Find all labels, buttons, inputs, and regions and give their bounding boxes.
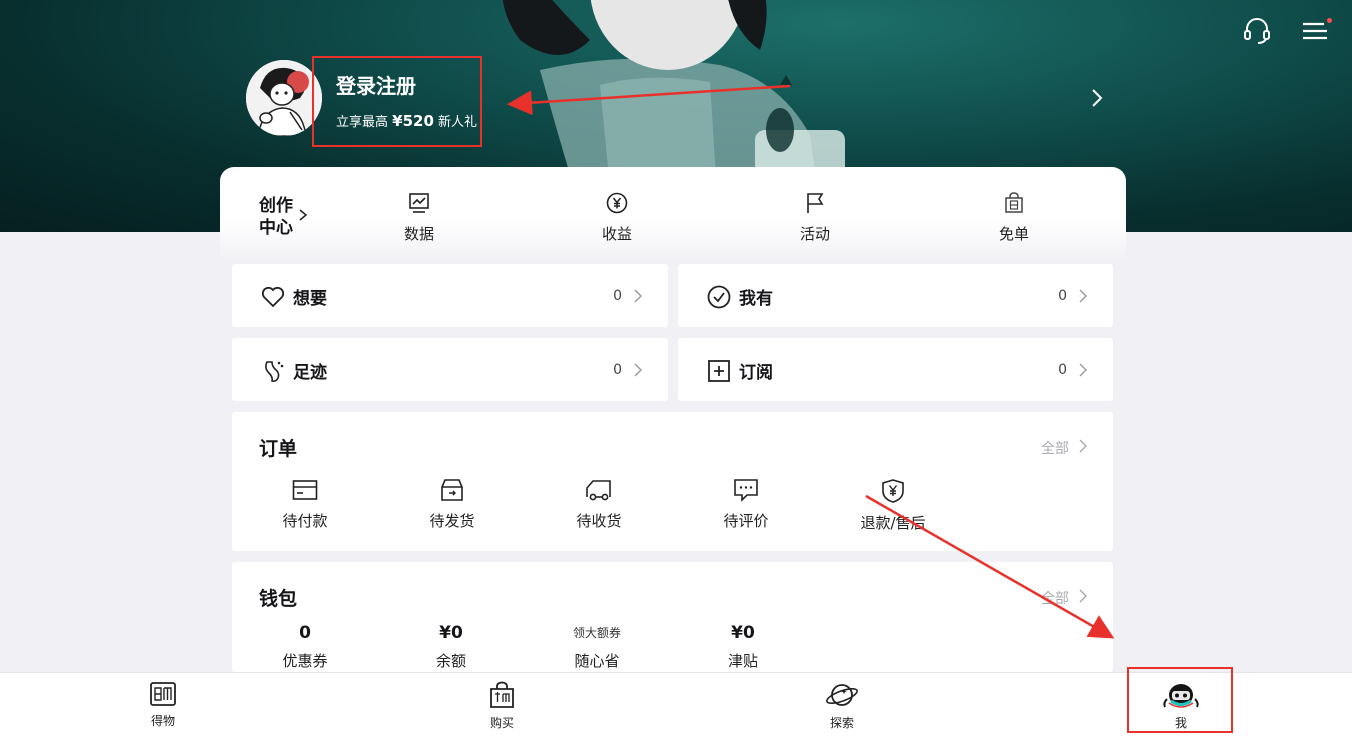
stat-label: 订阅: [739, 363, 773, 383]
wallet-card-icon: [292, 480, 318, 500]
stat-count: 0: [1058, 288, 1067, 304]
footprint-card[interactable]: 足迹 0: [232, 338, 668, 401]
stat-count: 0: [1058, 362, 1067, 378]
stat-count: 0: [613, 362, 622, 378]
order-item-label: 待评价: [723, 512, 769, 530]
wallet-card: 钱包 全部 0 优惠券 ¥0 余额 领大额券 随心省 ¥0 津贴: [232, 562, 1113, 672]
tab-label: 探索: [829, 716, 854, 730]
login-sub-amount: ¥520: [392, 112, 434, 130]
order-pending-shipment[interactable]: 待发货: [407, 478, 497, 531]
tab-label: 得物: [150, 714, 175, 728]
chevron-right-icon: [1079, 363, 1087, 377]
footprint-icon: [265, 361, 284, 382]
owned-card[interactable]: 我有 0: [678, 264, 1113, 327]
wallet-value: ¥0: [439, 623, 463, 643]
creator-center-link[interactable]: 创作中心: [259, 195, 299, 239]
wallet-value: ¥0: [731, 623, 755, 643]
stat-count: 0: [613, 288, 622, 304]
dewu-logo-icon: [150, 682, 176, 706]
avatar[interactable]: [246, 60, 322, 136]
shield-yen-icon: [882, 479, 904, 503]
quick-item-label: 数据: [403, 225, 434, 243]
chevron-right-icon: [634, 363, 642, 377]
truck-icon: [586, 480, 611, 501]
orders-all-link[interactable]: 全部: [1041, 438, 1069, 458]
wishlist-card[interactable]: 想要 0: [232, 264, 668, 327]
order-pending-payment[interactable]: 待付款: [260, 478, 350, 531]
wallet-all-link[interactable]: 全部: [1041, 588, 1069, 608]
order-item-label: 退款/售后: [860, 514, 926, 532]
quick-item-events[interactable]: 活动: [785, 191, 845, 244]
heart-icon: [261, 286, 285, 308]
order-item-label: 待付款: [282, 512, 328, 530]
yen-coin-icon: [606, 192, 628, 214]
order-item-label: 待发货: [429, 512, 475, 530]
tab-dewu[interactable]: 得物: [123, 681, 203, 729]
wallet-title: 钱包: [259, 588, 298, 610]
comment-icon: [734, 479, 758, 502]
wallet-label: 优惠券: [282, 652, 328, 670]
order-pending-review[interactable]: 待评价: [701, 478, 791, 531]
planet-icon: [826, 684, 858, 706]
quick-item-label: 活动: [799, 225, 830, 243]
order-refund-aftersale[interactable]: 退款/售后: [848, 478, 938, 533]
wallet-value: 0: [299, 623, 311, 643]
wallet-label: 津贴: [727, 652, 758, 670]
customer-service-icon[interactable]: [1242, 16, 1272, 46]
wallet-label: 余额: [435, 652, 466, 670]
plus-square-icon: [708, 360, 730, 382]
chevron-right-icon: [1079, 289, 1087, 303]
orders-title: 订单: [259, 438, 298, 460]
wallet-coupons[interactable]: 0 优惠券: [260, 622, 350, 671]
wallet-savings[interactable]: 领大额券 随心省: [552, 622, 642, 671]
stat-label: 足迹: [293, 363, 327, 383]
stat-label: 我有: [739, 289, 773, 309]
stat-label: 想要: [293, 289, 327, 309]
shopping-bag-icon: [490, 681, 514, 708]
chevron-right-icon[interactable]: [298, 208, 308, 222]
notification-dot: [1327, 18, 1332, 23]
login-sub-suffix: 新人礼: [438, 115, 478, 130]
quick-item-free-order[interactable]: 免单: [984, 191, 1044, 244]
check-circle-icon: [707, 285, 731, 309]
tab-label: 购买: [489, 716, 514, 730]
quick-item-label: 收益: [601, 225, 632, 243]
chevron-right-icon: [634, 289, 642, 303]
menu-icon[interactable]: [1300, 16, 1332, 46]
chart-icon: [409, 193, 429, 213]
wallet-allowance[interactable]: ¥0 津贴: [698, 622, 788, 671]
wallet-value: 领大额券: [572, 626, 621, 640]
me-tab-highlight-box: [1127, 667, 1233, 733]
tab-explore[interactable]: 探索: [802, 681, 882, 731]
box-icon: [441, 479, 463, 501]
login-sub-prefix: 立享最高: [336, 115, 389, 130]
chevron-right-icon[interactable]: [1079, 439, 1087, 453]
login-subtitle[interactable]: 立享最高 ¥520 新人礼: [336, 111, 477, 130]
flag-icon: [807, 193, 824, 213]
tab-buy[interactable]: 购买: [462, 681, 542, 731]
order-item-label: 待收货: [576, 512, 622, 530]
free-bag-icon: [1005, 192, 1023, 213]
login-title[interactable]: 登录注册: [336, 70, 416, 99]
wallet-label: 随心省: [574, 652, 620, 670]
chevron-right-icon[interactable]: [1086, 86, 1108, 110]
subscription-card[interactable]: 订阅 0: [678, 338, 1113, 401]
quick-item-data[interactable]: 数据: [389, 191, 449, 244]
chevron-right-icon[interactable]: [1079, 589, 1087, 603]
wallet-balance[interactable]: ¥0 余额: [406, 622, 496, 671]
quick-item-label: 免单: [998, 225, 1029, 243]
quick-item-earnings[interactable]: 收益: [587, 191, 647, 244]
orders-card: 订单 全部 待付款 待发货 待收货 待评价 退款/售后: [232, 412, 1113, 551]
order-pending-receipt[interactable]: 待收货: [554, 478, 644, 531]
